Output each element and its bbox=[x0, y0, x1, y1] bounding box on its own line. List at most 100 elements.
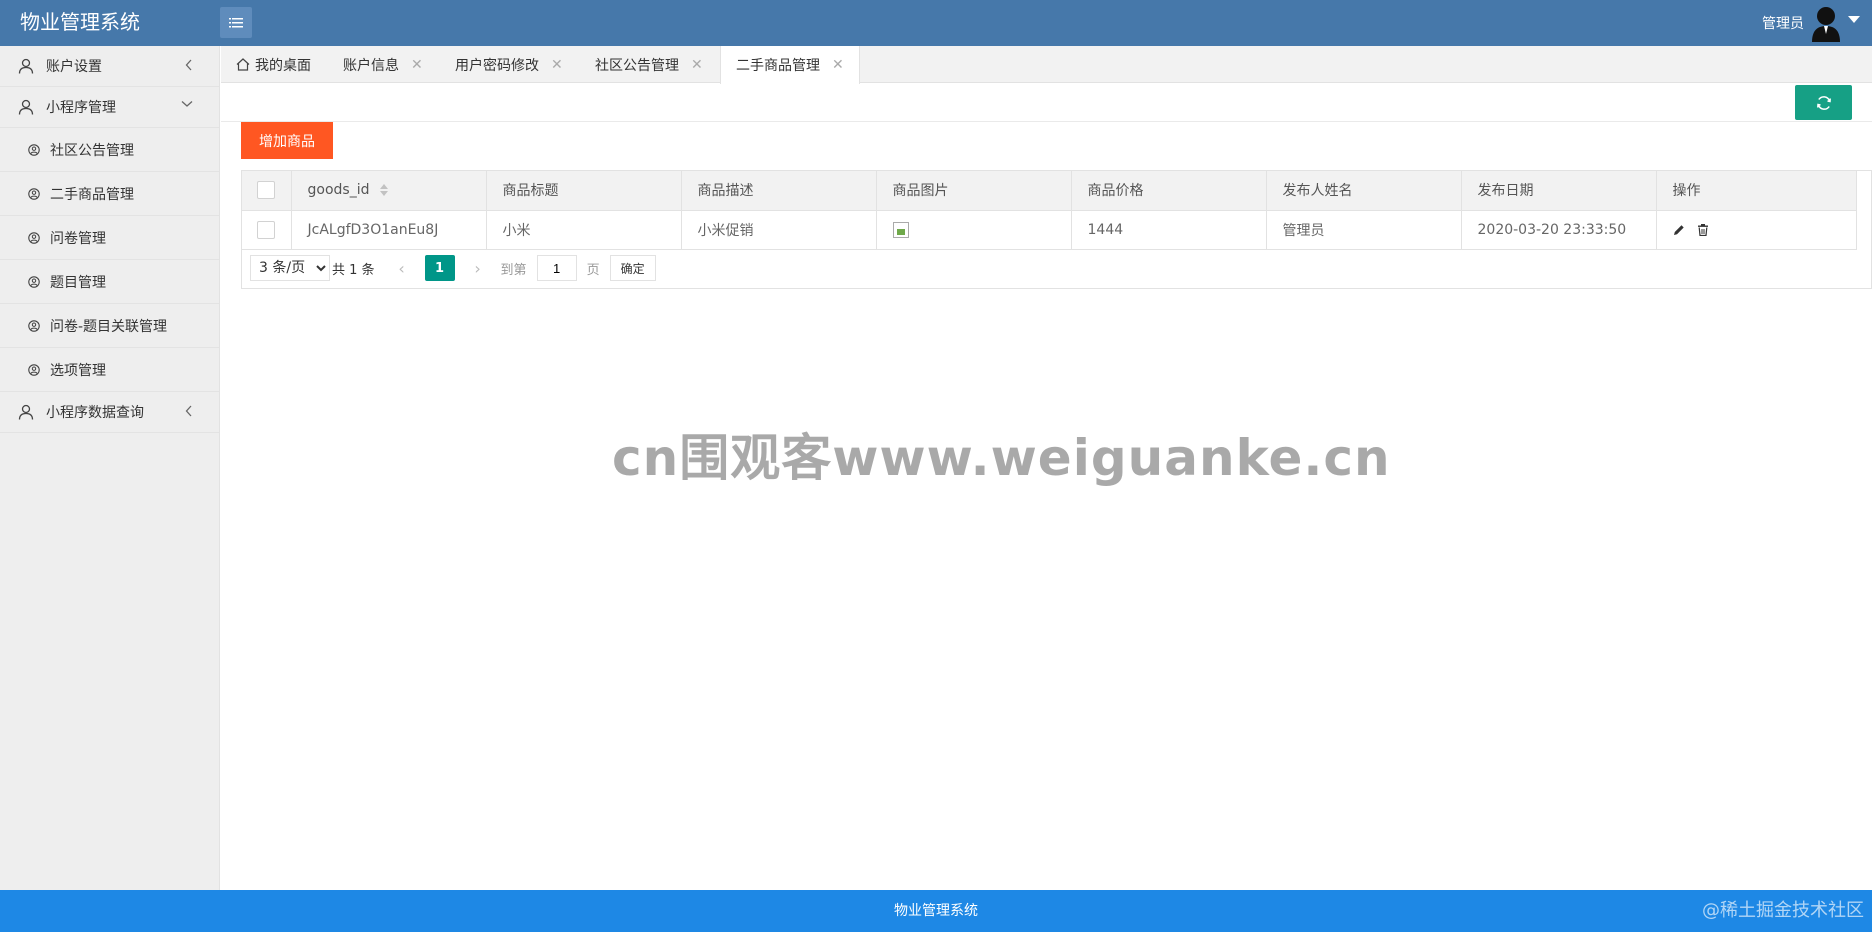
sidebar-item-account-settings[interactable]: 账户设置 bbox=[0, 46, 219, 87]
cell-date: 2020-03-20 23:33:50 bbox=[1461, 210, 1657, 250]
user-circle-icon bbox=[28, 143, 40, 156]
sidebar-item-label: 社区公告管理 bbox=[50, 142, 134, 159]
corner-watermark: @稀土掘金技术社区 bbox=[1702, 900, 1864, 921]
watermark-text: cn围观客www.weiguanke.cn bbox=[612, 429, 1391, 487]
sidebar-item-label: 题目管理 bbox=[50, 274, 106, 291]
next-page-icon[interactable]: › bbox=[465, 259, 491, 278]
row-select-cell bbox=[242, 210, 292, 250]
sidebar-item-questions[interactable]: 题目管理 bbox=[0, 260, 219, 304]
tab-label: 社区公告管理 bbox=[595, 57, 679, 74]
caret-down-icon[interactable] bbox=[1848, 15, 1860, 23]
sidebar-item-label: 账户设置 bbox=[46, 59, 102, 75]
column-header-price: 商品价格 bbox=[1071, 171, 1267, 211]
edit-pencil-icon[interactable] bbox=[1673, 224, 1685, 236]
user-outline-icon bbox=[18, 99, 34, 115]
home-icon bbox=[236, 58, 250, 71]
table-row: JcALgfD3O1anEu8J 小米 小米促销 1444 管理员 2020-0… bbox=[242, 210, 1857, 250]
close-icon[interactable]: ✕ bbox=[832, 57, 844, 73]
close-icon[interactable]: ✕ bbox=[551, 57, 563, 73]
column-header-description: 商品描述 bbox=[681, 171, 877, 211]
sidebar-item-label: 小程序数据查询 bbox=[46, 405, 144, 421]
user-circle-icon bbox=[28, 275, 40, 288]
tab-label: 我的桌面 bbox=[255, 57, 311, 74]
prev-page-icon[interactable]: ‹ bbox=[389, 259, 415, 278]
user-circle-icon bbox=[28, 363, 40, 376]
sidebar-item-label: 二手商品管理 bbox=[50, 186, 134, 203]
user-name[interactable]: 管理员 bbox=[1762, 13, 1804, 33]
refresh-button[interactable] bbox=[1795, 85, 1852, 120]
column-header-image: 商品图片 bbox=[876, 171, 1072, 211]
tab-bar: 我的桌面 账户信息 ✕ 用户密码修改 ✕ 社区公告管理 ✕ 二手商品管理 ✕ bbox=[221, 46, 1872, 84]
footer: 物业管理系统 @稀土掘金技术社区 bbox=[0, 890, 1872, 932]
sidebar-item-label: 问卷-题目关联管理 bbox=[50, 318, 168, 335]
column-header-goods-id[interactable]: goods_id bbox=[291, 171, 487, 211]
goods-table: goods_id 商品标题 商品描述 商品图片 商品价格 发布人姓名 发布日期 … bbox=[241, 170, 1872, 289]
cell-image bbox=[876, 210, 1072, 250]
sidebar-item-second-hand-goods[interactable]: 二手商品管理 bbox=[0, 172, 219, 216]
cell-publisher: 管理员 bbox=[1266, 210, 1462, 250]
select-all-cell bbox=[242, 171, 292, 211]
tab-community-notices[interactable]: 社区公告管理 ✕ bbox=[595, 46, 703, 83]
app-title: 物业管理系统 bbox=[20, 10, 140, 34]
column-header-actions: 操作 bbox=[1656, 171, 1857, 211]
sidebar: 账户设置 小程序管理 社区公告管理 二手商品管理 问卷管理 题目管理 问卷-题目… bbox=[0, 46, 220, 890]
sidebar-item-questionnaire-question-link[interactable]: 问卷-题目关联管理 bbox=[0, 304, 219, 348]
menu-lines-icon bbox=[229, 17, 243, 27]
cell-description: 小米促销 bbox=[681, 210, 877, 250]
close-icon[interactable]: ✕ bbox=[411, 57, 423, 73]
page-number-current[interactable]: 1 bbox=[424, 255, 455, 281]
add-goods-button[interactable]: 增加商品 bbox=[241, 122, 333, 159]
user-circle-icon bbox=[28, 231, 40, 244]
goto-confirm-button[interactable]: 确定 bbox=[609, 255, 656, 281]
table-header-row: goods_id 商品标题 商品描述 商品图片 商品价格 发布人姓名 发布日期 … bbox=[242, 171, 1857, 211]
delete-trash-icon[interactable] bbox=[1697, 223, 1709, 236]
tab-account-info[interactable]: 账户信息 ✕ bbox=[343, 46, 423, 83]
top-header: 物业管理系统 管理员 bbox=[0, 0, 1872, 46]
sidebar-item-miniprogram-admin[interactable]: 小程序管理 bbox=[0, 87, 219, 128]
user-silhouette-icon[interactable] bbox=[1810, 4, 1842, 42]
chevron-left-icon bbox=[185, 405, 192, 417]
footer-text: 物业管理系统 bbox=[894, 903, 978, 919]
total-count: 共 1 条 bbox=[332, 262, 375, 278]
tab-second-hand-goods[interactable]: 二手商品管理 ✕ bbox=[720, 46, 860, 84]
row-checkbox[interactable] bbox=[257, 220, 276, 239]
toolbar-divider bbox=[221, 121, 1872, 122]
tab-password-change[interactable]: 用户密码修改 ✕ bbox=[455, 46, 563, 83]
tab-label: 用户密码修改 bbox=[455, 57, 539, 74]
tab-home[interactable]: 我的桌面 bbox=[236, 46, 311, 83]
sidebar-item-label: 小程序管理 bbox=[46, 100, 116, 116]
user-circle-icon bbox=[28, 319, 40, 332]
close-icon[interactable]: ✕ bbox=[691, 57, 703, 73]
page-size-select[interactable]: 3 条/页 bbox=[250, 255, 330, 281]
chevron-left-icon bbox=[185, 59, 192, 71]
refresh-icon bbox=[1816, 95, 1831, 110]
tab-label: 二手商品管理 bbox=[736, 58, 820, 74]
column-header-title: 商品标题 bbox=[486, 171, 682, 211]
sidebar-item-label: 问卷管理 bbox=[50, 230, 106, 247]
sort-icon[interactable] bbox=[379, 183, 389, 197]
sidebar-item-miniprogram-data-query[interactable]: 小程序数据查询 bbox=[0, 392, 219, 433]
cell-title: 小米 bbox=[486, 210, 682, 250]
sidebar-item-label: 选项管理 bbox=[50, 362, 106, 379]
sidebar-item-options[interactable]: 选项管理 bbox=[0, 348, 219, 392]
user-menu[interactable]: 管理员 bbox=[1762, 0, 1860, 46]
goto-label: 到第 bbox=[500, 262, 527, 278]
pagination: 3 条/页 共 1 条 ‹ 1 › 到第 页 确定 bbox=[250, 255, 656, 281]
cell-actions bbox=[1656, 210, 1857, 250]
page-suffix: 页 bbox=[586, 262, 600, 278]
broken-image-icon bbox=[892, 221, 909, 238]
user-circle-icon bbox=[28, 187, 40, 200]
goto-page-input[interactable] bbox=[536, 255, 577, 281]
menu-toggle-button[interactable] bbox=[220, 7, 252, 38]
tab-label: 账户信息 bbox=[343, 57, 399, 74]
chevron-down-icon bbox=[181, 101, 193, 107]
user-outline-icon bbox=[18, 58, 34, 74]
cell-price: 1444 bbox=[1071, 210, 1267, 250]
column-header-publisher: 发布人姓名 bbox=[1266, 171, 1462, 211]
column-header-date: 发布日期 bbox=[1461, 171, 1657, 211]
cell-goods-id: JcALgfD3O1anEu8J bbox=[291, 210, 487, 250]
sidebar-item-questionnaires[interactable]: 问卷管理 bbox=[0, 216, 219, 260]
select-all-checkbox[interactable] bbox=[257, 181, 276, 200]
user-outline-icon bbox=[18, 404, 34, 420]
sidebar-item-community-notices[interactable]: 社区公告管理 bbox=[0, 128, 219, 172]
